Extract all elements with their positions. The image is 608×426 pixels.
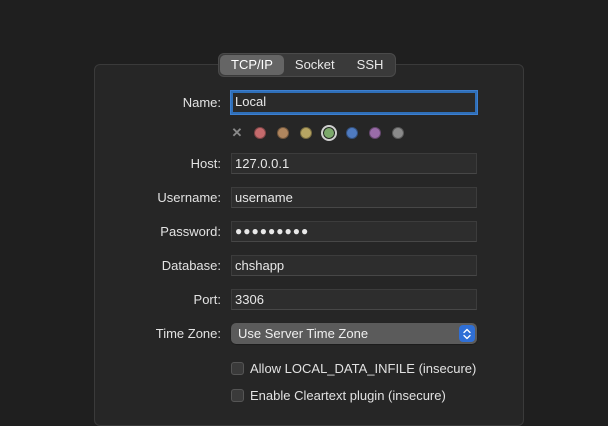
username-row: Username: username xyxy=(94,187,514,209)
timezone-select[interactable]: Use Server Time Zone xyxy=(231,323,477,344)
timezone-label: Time Zone: xyxy=(155,326,221,341)
color-swatch-red[interactable] xyxy=(254,127,266,139)
cleartext-label: Enable Cleartext plugin (insecure) xyxy=(250,387,446,403)
port-field[interactable]: 3306 xyxy=(231,289,477,310)
timezone-value: Use Server Time Zone xyxy=(238,326,369,341)
database-label: Database: xyxy=(161,258,221,273)
color-swatch-purple[interactable] xyxy=(369,127,381,139)
timezone-row: Time Zone: Use Server Time Zone xyxy=(94,323,514,345)
color-swatch-blue[interactable] xyxy=(346,127,358,139)
close-icon[interactable]: ✕ xyxy=(231,126,243,139)
username-label: Username: xyxy=(157,190,221,205)
port-label: Port: xyxy=(193,292,221,307)
chevron-up-down-icon xyxy=(459,325,475,342)
database-field[interactable]: chshapp xyxy=(231,255,477,276)
tab-ssh[interactable]: SSH xyxy=(346,55,395,75)
host-label: Host: xyxy=(190,156,221,171)
color-swatch-green[interactable] xyxy=(321,125,337,141)
local-infile-label: Allow LOCAL_DATA_INFILE (insecure) xyxy=(250,360,477,376)
connection-type-tabs: TCP/IP Socket SSH xyxy=(218,53,397,77)
local-infile-checkbox[interactable] xyxy=(231,361,244,375)
host-field[interactable]: 127.0.0.1 xyxy=(231,153,477,174)
database-row: Database: chshapp xyxy=(94,255,514,277)
tab-tcp-ip[interactable]: TCP/IP xyxy=(220,55,284,75)
color-tag-picker: ✕ xyxy=(231,123,415,143)
color-swatch-gray[interactable] xyxy=(392,127,404,139)
password-row: Password: ●●●●●●●●● xyxy=(94,221,514,243)
name-field[interactable]: Local xyxy=(231,91,477,114)
password-label: Password: xyxy=(160,224,221,239)
color-swatch-orange[interactable] xyxy=(277,127,289,139)
tab-socket[interactable]: Socket xyxy=(284,55,346,75)
cleartext-checkbox[interactable] xyxy=(231,388,244,402)
local-infile-option[interactable]: Allow LOCAL_DATA_INFILE (insecure) xyxy=(231,359,476,377)
name-label: Name: xyxy=(182,95,221,110)
host-row: Host: 127.0.0.1 xyxy=(94,153,514,175)
cleartext-option[interactable]: Enable Cleartext plugin (insecure) xyxy=(231,386,446,404)
password-field[interactable]: ●●●●●●●●● xyxy=(231,221,477,242)
color-swatch-yellow[interactable] xyxy=(300,127,312,139)
name-row: Name: Local xyxy=(94,91,514,114)
username-field[interactable]: username xyxy=(231,187,477,208)
port-row: Port: 3306 xyxy=(94,289,514,311)
